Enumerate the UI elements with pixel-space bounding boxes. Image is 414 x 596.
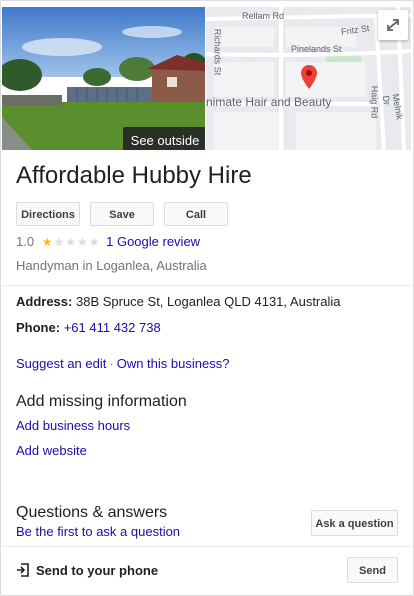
street-view-photo[interactable]: See outside bbox=[2, 7, 205, 150]
map-pin-icon bbox=[301, 65, 317, 89]
send-to-phone-label: Send to your phone bbox=[36, 563, 159, 578]
edit-links-row: Suggest an edit · Own this business? bbox=[16, 355, 229, 373]
address-row: Address: 38B Spruce St, Loganlea QLD 413… bbox=[16, 293, 341, 311]
business-name: Affordable Hubby Hire bbox=[16, 162, 252, 189]
knowledge-panel: See outside Rellam Rd Fritz St Richards … bbox=[0, 0, 414, 596]
add-website-link[interactable]: Add website bbox=[16, 442, 87, 460]
see-outside-button[interactable]: See outside bbox=[123, 127, 205, 150]
rating-value: 1.0 bbox=[16, 234, 35, 249]
rating-stars: ★★★★★ bbox=[42, 233, 101, 251]
expand-icon bbox=[387, 19, 399, 31]
suggest-edit-link[interactable]: Suggest an edit bbox=[16, 356, 106, 371]
rating-row: 1.0 ★★★★★ 1 Google review bbox=[16, 233, 200, 251]
first-question-link[interactable]: Be the first to ask a question bbox=[16, 523, 180, 541]
missing-info-title: Add missing information bbox=[16, 393, 187, 410]
directions-button[interactable]: Directions bbox=[16, 202, 80, 226]
business-category: Handyman in Loganlea, Australia bbox=[16, 258, 207, 273]
own-business-link[interactable]: Own this business? bbox=[117, 356, 230, 371]
address-label: Address: bbox=[16, 294, 73, 309]
add-hours-link[interactable]: Add business hours bbox=[16, 417, 130, 435]
link-separator: · bbox=[109, 356, 114, 371]
map-street-label: Richards St bbox=[212, 28, 223, 76]
divider bbox=[2, 285, 412, 286]
map-place-label: nimate Hair and Beauty bbox=[206, 95, 332, 109]
phone-link[interactable]: +61 411 432 738 bbox=[64, 320, 161, 335]
expand-map-button[interactable] bbox=[378, 10, 408, 40]
phone-label: Phone: bbox=[16, 320, 61, 335]
map-street-label: Haig Rd bbox=[369, 85, 380, 119]
call-button[interactable]: Call bbox=[164, 202, 228, 226]
star-filled-icon: ★ bbox=[41, 235, 54, 249]
map-street-label: Rellam Rd bbox=[242, 11, 285, 21]
qa-title: Questions & answers bbox=[16, 504, 168, 521]
send-button[interactable]: Send bbox=[347, 557, 398, 583]
address-value[interactable]: 38B Spruce St, Loganlea QLD 4131, Austra… bbox=[76, 294, 341, 309]
send-to-phone-icon bbox=[17, 563, 29, 577]
send-to-phone-row[interactable]: Send to your phone bbox=[16, 562, 158, 580]
phone-row: Phone: +61 411 432 738 bbox=[16, 319, 161, 337]
reviews-link[interactable]: 1 Google review bbox=[106, 234, 200, 249]
map-street-label: Pinelands St bbox=[291, 44, 342, 54]
divider bbox=[2, 546, 412, 547]
ask-question-button[interactable]: Ask a question bbox=[311, 510, 398, 536]
save-button[interactable]: Save bbox=[90, 202, 154, 226]
star-empty-icon: ★★★★ bbox=[53, 235, 101, 249]
